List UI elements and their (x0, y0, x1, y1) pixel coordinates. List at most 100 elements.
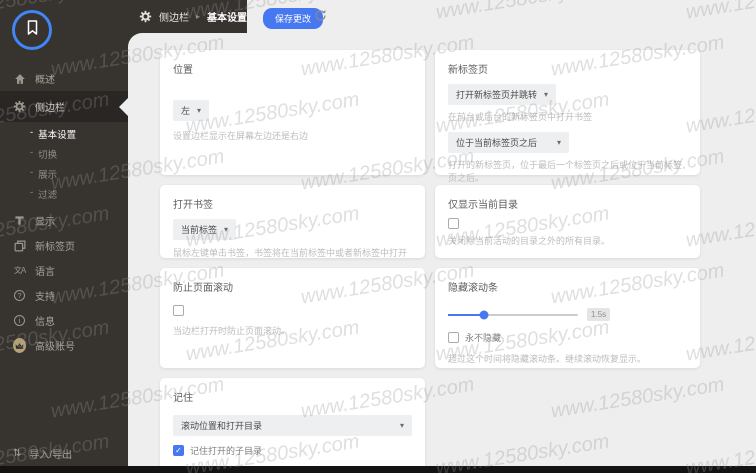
bottom-edge-bar (0, 466, 756, 473)
position-select[interactable]: 左 ▾ (173, 100, 210, 121)
hide-delay-slider: 1.5s (448, 308, 687, 321)
select-value: 左 (181, 106, 191, 116)
sidebar-item-overview[interactable]: 概述 (0, 66, 128, 91)
remember-select[interactable]: 滚动位置和打开目录 ▾ (173, 415, 412, 436)
card-title: 仅显示当前目录 (448, 200, 518, 211)
sidebar-item-label: 显示 (35, 217, 55, 228)
sidebar-nav: 概述 侧边栏 - 基本设置 - 切换 - 展示 - 过滤 显示 新标签页 文A … (0, 66, 128, 358)
home-icon (13, 72, 26, 85)
sidebar-item-appearance[interactable]: 显示 (0, 208, 128, 233)
bullet: - (30, 167, 34, 178)
subitem-general[interactable]: - 基本设置 (0, 124, 128, 144)
sidebar-item-language[interactable]: 文A 语言 (0, 258, 128, 283)
help-icon: ? (13, 289, 26, 302)
card-description: 当边栏打开时防止页面滚动。 (173, 326, 291, 336)
card-open-bookmark: 打开书签 当前标签 ▾ 鼠标左键单击书签，书签将在当前标签中或者新标签中打开 (160, 185, 425, 258)
card-title: 打开书签 (173, 200, 213, 211)
breadcrumb-separator-icon: ▸ (196, 12, 201, 21)
card-description: 设置边栏显示在屏幕左边还是右边 (173, 131, 309, 141)
subitem-toggle[interactable]: - 切换 (0, 144, 128, 164)
settings-window: 概述 侧边栏 - 基本设置 - 切换 - 展示 - 过滤 显示 新标签页 文A … (0, 0, 756, 473)
format-text-icon (13, 214, 26, 227)
sidebar-item-label: 信息 (35, 317, 55, 328)
slider-track[interactable] (448, 310, 578, 319)
card-position: 位置 左 ▾ 设置边栏显示在屏幕左边还是右边 (160, 50, 425, 175)
open-bookmark-select[interactable]: 当前标签 ▾ (173, 219, 237, 240)
card-prevent-scroll: 防止页面滚动 ✓ 当边栏打开时防止页面滚动。 (160, 268, 425, 368)
chevron-down-icon: ▾ (556, 137, 561, 147)
chevron-down-icon: ▾ (544, 90, 549, 99)
sidebar-item-label: 概述 (35, 75, 55, 86)
sidebar-item-label: 支持 (35, 292, 55, 303)
card-title: 位置 (173, 65, 193, 76)
prevent-scroll-checkbox[interactable]: ✓ (173, 305, 184, 316)
chevron-down-icon: ▾ (224, 225, 229, 234)
select-value: 滚动位置和打开目录 (181, 421, 263, 431)
remember-subdir-checkbox[interactable]: ✓ (173, 445, 184, 456)
import-export-icon: ⇅ (13, 448, 22, 459)
sidebar: 概述 侧边栏 - 基本设置 - 切换 - 展示 - 过滤 显示 新标签页 文A … (0, 0, 128, 473)
sidebar-item-label: 新标签页 (35, 242, 75, 253)
card-title: 记住 (173, 393, 193, 404)
subitem-filter[interactable]: - 过滤 (0, 184, 128, 204)
sidebar-item-label: 高级账号 (35, 342, 75, 353)
card-current-dir-only: 仅显示当前目录 ✓ 关闭除当前活动的目录之外的所有目录。 (435, 185, 700, 258)
card-description: 鼠标左键单击书签，书签将在当前标签中或者新标签中打开 (173, 248, 408, 258)
subitem-presentation[interactable]: - 展示 (0, 164, 128, 184)
card-title: 防止页面滚动 (173, 283, 233, 294)
checkbox-label: 记住打开的子目录 (190, 446, 263, 456)
subitem-label: 展示 (38, 170, 58, 181)
newtab-position-select[interactable]: 位于当前标签页之后 ▾ (448, 131, 569, 153)
bullet: - (30, 147, 34, 158)
subitem-label: 切换 (38, 150, 58, 161)
card-title: 新标签页 (448, 65, 488, 76)
select-value: 打开新标签页并跳转 (456, 90, 538, 100)
select-value: 当前标签 (181, 225, 218, 235)
sidebar-item-premium[interactable]: 高级账号 (0, 333, 128, 358)
active-notch (119, 97, 128, 116)
settings-column-right: 新标签页 打开新标签页并跳转 ▾ 在前台或后台的新标签页中打开书签 位于当前标签… (435, 50, 700, 378)
card-description: 超过这个时间将隐藏滚动条。继续滚动恢复显示。 (448, 354, 647, 364)
sidebar-item-label: 语言 (35, 267, 55, 278)
app-logo[interactable] (12, 10, 52, 50)
newtab-open-select[interactable]: 打开新标签页并跳转 ▾ (448, 84, 557, 105)
slider-value-badge: 1.5s (587, 308, 611, 321)
card-description: 在前台或后台的新标签页中打开书签 (448, 112, 593, 122)
gear-icon (139, 10, 152, 23)
sidebar-item-sidebar[interactable]: 侧边栏 (0, 91, 128, 122)
sidebar-item-import-export[interactable]: ⇅ 导入/导出 (13, 446, 72, 461)
settings-column-left: 位置 左 ▾ 设置边栏显示在屏幕左边还是右边 打开书签 当前标签 ▾ 鼠标左键单… (160, 50, 425, 473)
chevron-down-icon: ▾ (399, 421, 404, 430)
sidebar-item-support[interactable]: ? 支持 (0, 283, 128, 308)
bookmark-icon (25, 19, 40, 41)
bullet: - (30, 187, 34, 198)
info-icon: i (13, 314, 26, 327)
card-hide-scrollbar: 隐藏滚动条 1.5s ✓ 永不隐藏 超过这个时间将隐藏滚动条。继续滚动恢复显示。 (435, 268, 700, 368)
tabs-icon (13, 239, 26, 252)
card-title: 隐藏滚动条 (448, 283, 498, 294)
breadcrumb: 侧边栏 ▸ 基本设置 (139, 0, 247, 33)
breadcrumb-page: 基本设置 (207, 13, 248, 24)
current-dir-only-checkbox[interactable]: ✓ (448, 218, 459, 229)
card-description: 关闭除当前活动的目录之外的所有目录。 (448, 236, 611, 246)
slider-thumb[interactable] (479, 310, 489, 319)
sidebar-item-newtab[interactable]: 新标签页 (0, 233, 128, 258)
sidebar-item-label: 侧边栏 (35, 103, 65, 114)
sidebar-item-info[interactable]: i 信息 (0, 308, 128, 333)
bullet: - (30, 127, 34, 138)
sidebar-subnav: - 基本设置 - 切换 - 展示 - 过滤 (0, 124, 128, 204)
refresh-icon[interactable] (314, 9, 327, 22)
gear-icon (13, 100, 26, 113)
check-icon: ✓ (175, 445, 182, 455)
sidebar-item-label: 导入/导出 (29, 450, 73, 461)
card-description: 打开的新标签页，位于最后一个标签页之后或位于当前标签页之后。 (448, 159, 683, 184)
card-remember: 记住 滚动位置和打开目录 ▾ ✓ 记住打开的子目录 选择页面更改后要记住的内容。… (160, 378, 425, 473)
subitem-label: 基本设置 (38, 130, 77, 141)
never-hide-checkbox[interactable]: ✓ (448, 332, 459, 343)
translate-icon: 文A (13, 266, 26, 275)
crown-icon (13, 338, 26, 353)
checkbox-label: 永不隐藏 (465, 333, 502, 343)
breadcrumb-section: 侧边栏 (159, 13, 189, 24)
select-value: 位于当前标签页之后 (456, 137, 538, 148)
subitem-label: 过滤 (38, 190, 58, 201)
